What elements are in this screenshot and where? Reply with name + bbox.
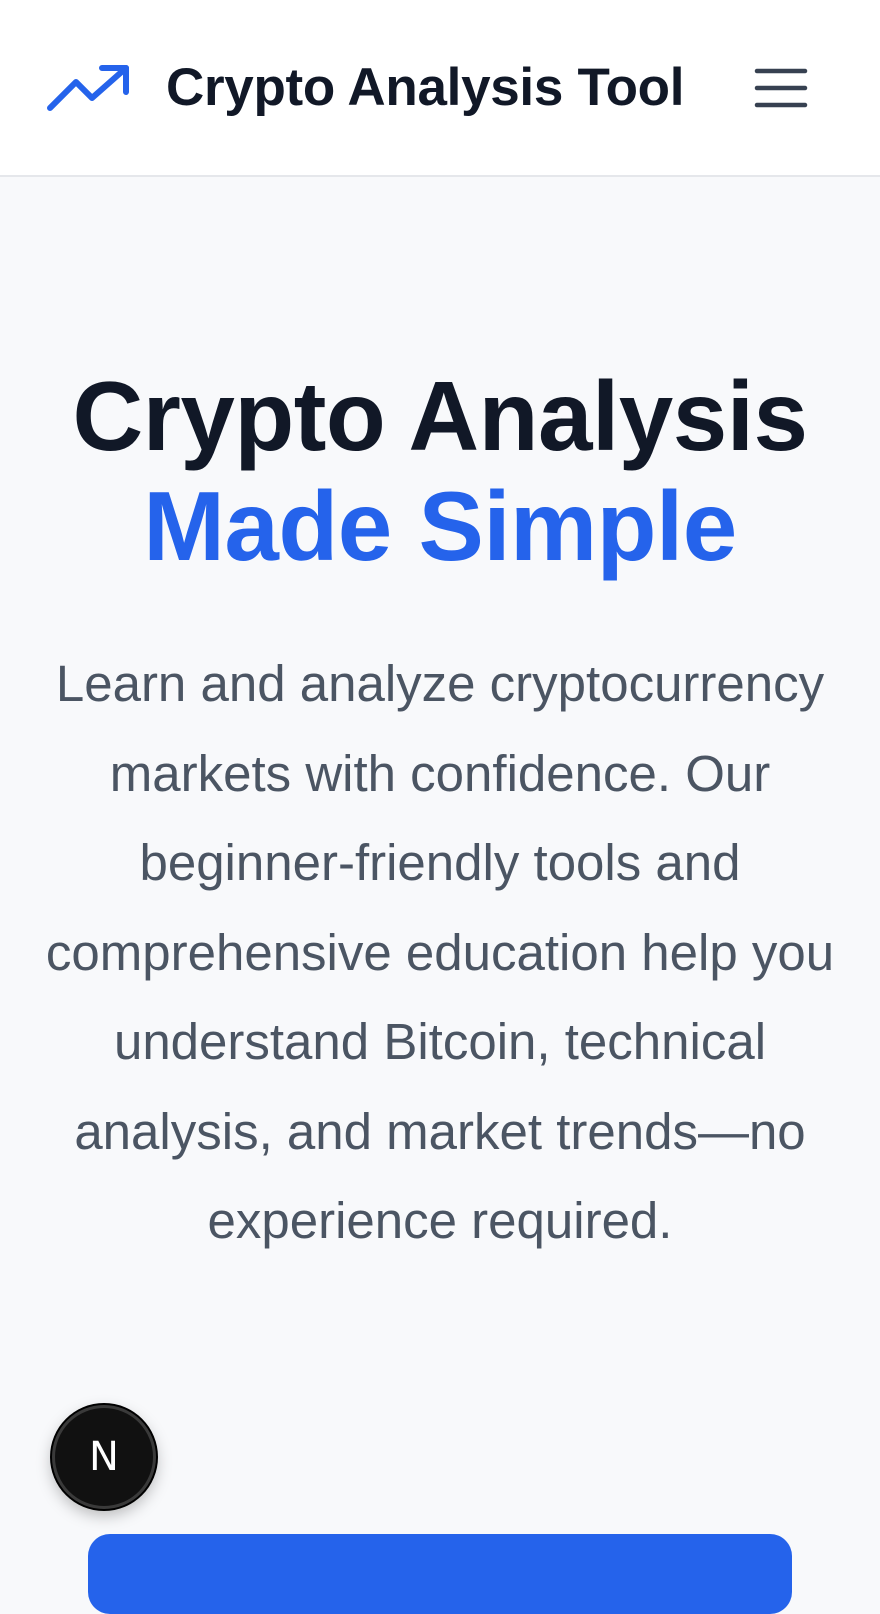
trending-up-icon	[47, 65, 129, 111]
hero-title-line1: Crypto Analysis	[72, 361, 808, 471]
brand-name[interactable]: Crypto Analysis Tool	[166, 56, 684, 120]
primary-cta-button[interactable]	[88, 1534, 792, 1614]
nextjs-dev-badge[interactable]: N	[52, 1405, 156, 1509]
hamburger-menu-icon	[754, 68, 808, 108]
hero-description: Learn and analyze cryptocurrency markets…	[45, 655, 835, 1249]
hero-title-highlight: Made Simple	[143, 471, 737, 581]
site-header: Crypto Analysis Tool	[0, 0, 880, 177]
nextjs-logo-icon: N	[89, 1434, 119, 1480]
hero-title: Crypto Analysis Made Simple	[0, 361, 880, 581]
hero-section: Crypto Analysis Made Simple Learn and an…	[0, 179, 880, 1614]
menu-button[interactable]	[752, 64, 810, 112]
